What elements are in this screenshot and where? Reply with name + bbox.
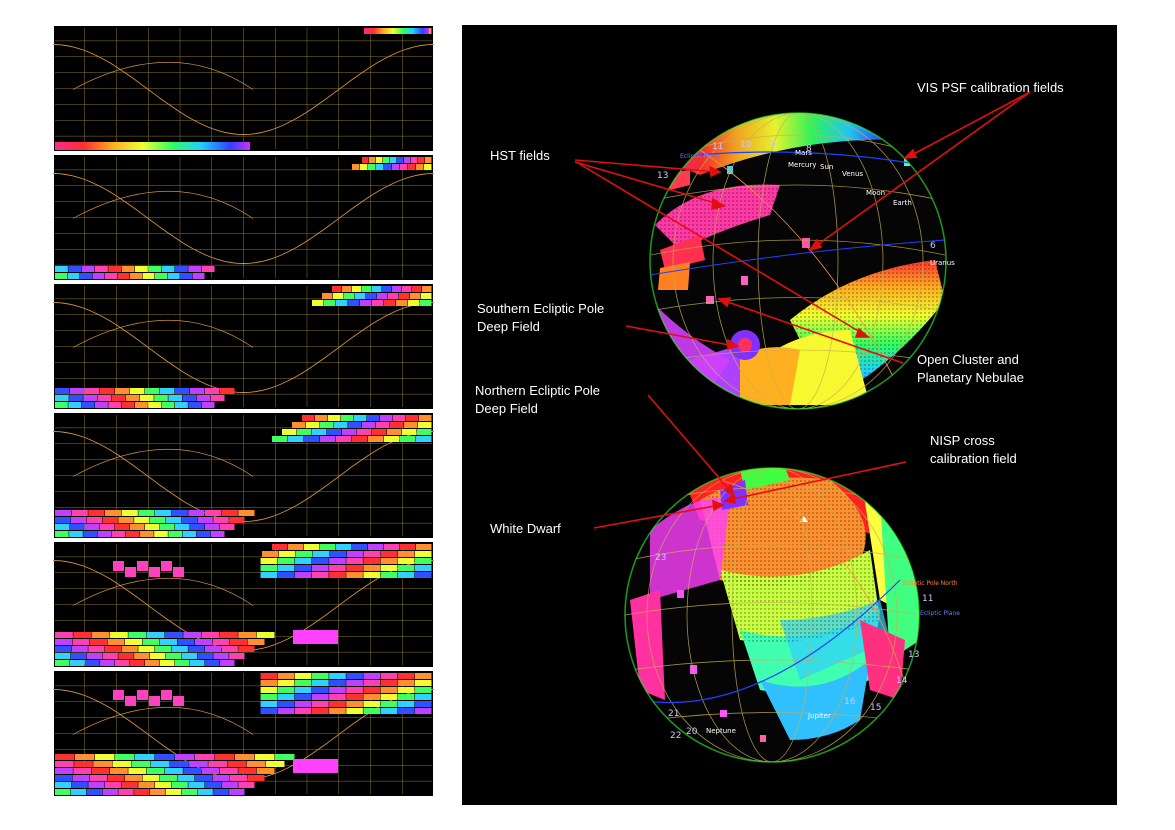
figure-canvas: Mars Mercury Sun Venus Moon Earth Uranus… [52, 24, 1117, 805]
grid-number: 10 [740, 140, 752, 150]
label-white-dwarf: White Dwarf [490, 521, 561, 536]
grid-number: 6 [930, 241, 936, 251]
grid-number: 23 [655, 553, 666, 563]
grid-number: 14 [896, 676, 908, 686]
sky-map-panel [52, 282, 435, 411]
grid-number: 22 [670, 731, 681, 741]
grid-number: 9 [770, 140, 776, 150]
label-hst-fields: HST fields [490, 148, 550, 163]
ecliptic-plane-label: Ecliptic Plane [680, 153, 720, 160]
sky-map-panel [52, 669, 435, 798]
sky-map-panel [52, 411, 435, 540]
planet-label: Jupiter [807, 712, 831, 720]
grid-number: 20 [686, 727, 698, 737]
grid-number: 21 [668, 709, 679, 719]
grid-number: 16 [844, 697, 856, 707]
ecliptic-plane-label: Ecliptic Plane [920, 610, 960, 617]
planet-label: Earth [893, 199, 912, 207]
grid-number: 11 [922, 594, 933, 604]
planet-label: Neptune [706, 727, 736, 735]
planet-label: Uranus [930, 259, 955, 267]
planet-label: Moon [866, 189, 885, 197]
grid-number: 15 [870, 703, 881, 713]
grid-number: 8 [806, 144, 812, 154]
sky-map-panel [52, 540, 435, 669]
sky-map-column [52, 24, 435, 798]
grid-number: 11 [712, 142, 723, 152]
sky-map-panel [52, 24, 435, 153]
planet-label: Venus [842, 170, 863, 178]
grid-number: 13 [657, 171, 668, 181]
grid-number: 13 [908, 650, 919, 660]
ecliptic-pole-label: Ecliptic Pole North [903, 580, 958, 587]
planet-label: Sun [820, 163, 833, 171]
label-vis-psf: VIS PSF calibration fields [917, 80, 1064, 95]
sky-map-panel [52, 153, 435, 282]
planet-label: Mercury [788, 161, 816, 169]
